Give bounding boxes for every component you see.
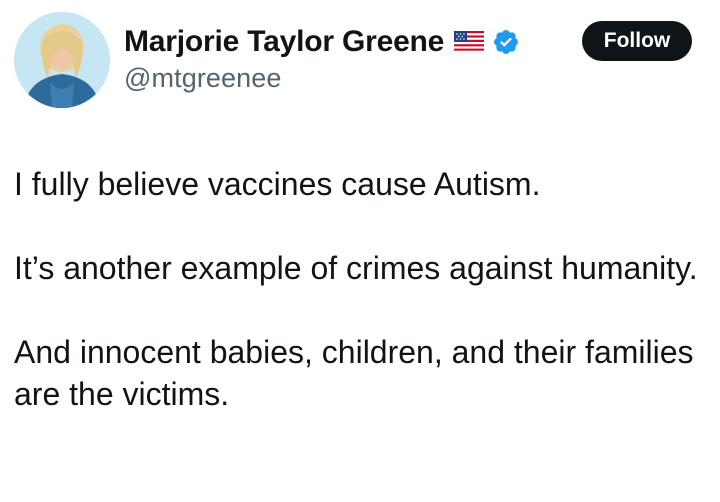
tweet-paragraph: It’s another example of crimes against h… (14, 250, 698, 286)
tweet-paragraph: I fully believe vaccines cause Autism. (14, 166, 541, 202)
author-handle[interactable]: @mtgreenee (124, 63, 282, 94)
author-name-row: Marjorie Taylor Greene (124, 22, 520, 62)
tweet-text: I fully believe vaccines cause Autism. I… (14, 163, 704, 415)
author-display-name[interactable]: Marjorie Taylor Greene (124, 25, 444, 59)
avatar-photo (14, 12, 110, 108)
us-flag-icon (454, 31, 485, 53)
tweet-card: Marjorie Taylor Greene @mtgreenee Follow… (0, 0, 720, 502)
tweet-paragraph: And innocent babies, children, and their… (14, 334, 694, 412)
avatar[interactable] (14, 12, 110, 108)
follow-button[interactable]: Follow (582, 21, 692, 61)
verified-checkmark-icon (492, 28, 520, 56)
